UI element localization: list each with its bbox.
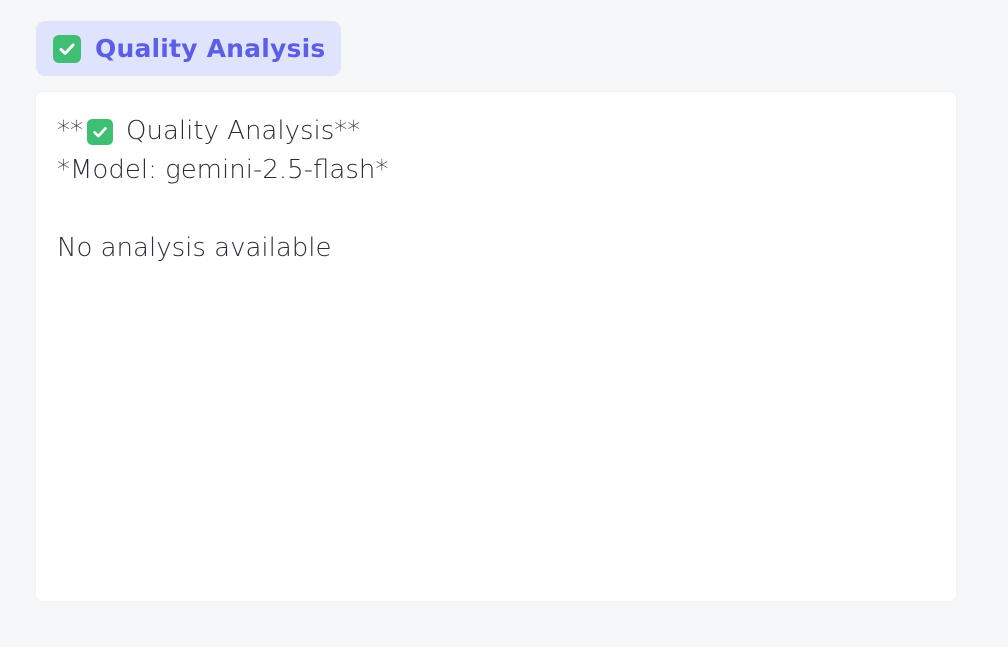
model-line: *Model: gemini-2.5-flash* (57, 155, 389, 185)
analysis-heading-line: ** Quality Analysis** (57, 112, 936, 151)
section-title: Quality Analysis (95, 34, 326, 63)
analysis-content: ** Quality Analysis** *Model: gemini-2.5… (57, 112, 936, 268)
empty-state-message: No analysis available (57, 233, 332, 263)
check-mark-icon (87, 118, 113, 145)
analysis-panel: ** Quality Analysis** *Model: gemini-2.5… (36, 92, 956, 601)
section-header: Quality Analysis (36, 21, 341, 76)
markdown-bold-prefix: ** (57, 116, 83, 146)
check-mark-icon (53, 34, 81, 63)
analysis-heading: Quality Analysis** (126, 116, 361, 146)
